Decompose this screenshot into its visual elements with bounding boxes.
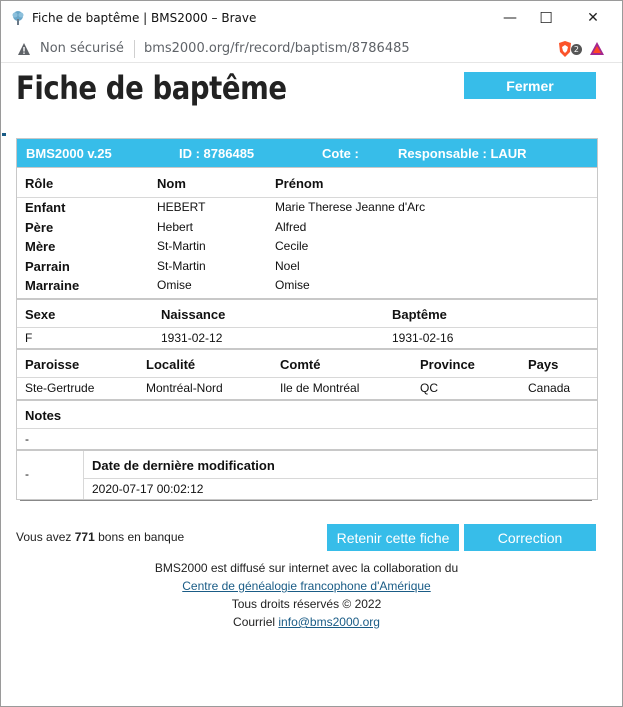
record-card: BMS2000 v.25 ID : 8786485 Cote : Respons… — [16, 138, 598, 500]
col-header-sexe: Sexe — [25, 307, 56, 322]
bapteme-value: 1931-02-16 — [392, 331, 454, 345]
security-status[interactable]: Non sécurisé — [40, 41, 124, 56]
column-divider — [83, 451, 84, 499]
modification-section: - Date de dernière modification 2020-07-… — [17, 449, 597, 499]
minimize-icon: — — [503, 10, 517, 26]
pays-value: Canada — [528, 381, 571, 395]
correction-button[interactable]: Correction — [464, 524, 596, 551]
footer-copyright: Tous droits réservés © 2022 — [231, 597, 382, 611]
modification-header: Date de dernière modification — [92, 458, 275, 473]
naissance-value: 1931-02-12 — [161, 331, 223, 345]
bank-suffix: bons en banque — [98, 530, 185, 544]
persons-table: Rôle Nom Prénom Enfant HEBERT Marie Ther… — [17, 167, 597, 274]
edge-decoration — [2, 133, 6, 136]
footer-partner-line: Centre de généalogie francophone d'Améri… — [2, 579, 611, 593]
record-header: BMS2000 v.25 ID : 8786485 Cote : Respons… — [17, 139, 597, 167]
window-title: Fiche de baptême | BMS2000 – Brave — [32, 11, 257, 25]
page-title: Fiche de baptême — [16, 69, 287, 107]
col-header-localite: Localité — [146, 357, 196, 372]
notes-value: - — [25, 432, 29, 446]
person-prenom: Alfred — [275, 220, 307, 234]
person-nom: St-Martin — [157, 239, 206, 253]
brave-rewards-icon[interactable] — [588, 40, 606, 58]
modification-date: 2020-07-17 00:02:12 — [92, 482, 204, 496]
modification-left-value: - — [25, 467, 29, 481]
row-divider — [83, 478, 597, 479]
title-bar: Fiche de baptême | BMS2000 – Brave — ☐ ✕ — [1, 1, 622, 35]
persons-table-cont: Marraine Omise Omise — [17, 266, 597, 298]
version-label: BMS2000 v.25 — [26, 146, 112, 161]
paroisse-value: Ste-Gertrude — [25, 381, 95, 395]
url-field[interactable]: bms2000.org/fr/record/baptism/8786485 — [144, 41, 410, 56]
province-value: QC — [420, 381, 438, 395]
row-divider — [17, 377, 597, 378]
retain-record-button[interactable]: Retenir cette fiche — [327, 524, 459, 551]
notes-header: Notes — [25, 408, 62, 423]
browser-window: Fiche de baptême | BMS2000 – Brave — ☐ ✕… — [0, 0, 623, 707]
horizontal-divider — [20, 500, 592, 501]
address-separator — [133, 39, 135, 58]
address-bar[interactable]: Non sécurisé bms2000.org/fr/record/bapti… — [1, 35, 622, 63]
notes-section: Notes - — [17, 399, 597, 449]
footer-collaboration-text: BMS2000 est diffusé sur internet avec la… — [154, 561, 459, 575]
person-nom: HEBERT — [157, 200, 206, 214]
maximize-icon: ☐ — [539, 9, 553, 27]
place-table: Paroisse Localité Comté Province Pays St… — [17, 348, 597, 399]
person-prenom: Cecile — [275, 239, 309, 253]
shield-count-badge: 2 — [570, 44, 582, 55]
col-header-province: Province — [420, 357, 475, 372]
row-divider — [17, 327, 597, 328]
col-header-bapteme: Baptême — [392, 307, 447, 322]
col-header-naissance: Naissance — [161, 307, 226, 322]
window-close-button[interactable]: ✕ — [570, 1, 616, 35]
close-record-button[interactable]: Fermer — [464, 72, 596, 99]
col-header-role: Rôle — [25, 176, 54, 191]
cote-label: Cote : — [322, 146, 359, 161]
bank-balance: Vous avez 771 bons en banque — [16, 530, 184, 544]
close-icon: ✕ — [587, 10, 599, 26]
bank-count: 771 — [74, 530, 95, 544]
col-header-prenom: Prénom — [275, 176, 324, 191]
person-role: Mère — [25, 239, 56, 254]
person-nom: Omise — [157, 278, 192, 292]
maximize-button[interactable]: ☐ — [523, 1, 569, 35]
row-divider — [17, 197, 597, 198]
page-content: Fiche de baptême Fermer BMS2000 v.25 ID … — [2, 63, 621, 705]
bank-prefix: Vous avez — [16, 530, 72, 544]
person-nom: Hebert — [157, 220, 194, 234]
responsable-label: Responsable : LAUR — [398, 146, 527, 161]
col-header-pays: Pays — [528, 357, 559, 372]
col-header-nom: Nom — [157, 176, 186, 191]
person-role: Marraine — [25, 278, 80, 293]
email-link[interactable]: info@bms2000.org — [278, 615, 380, 629]
tree-favicon-icon — [12, 11, 24, 25]
person-role: Père — [25, 220, 54, 235]
partner-link[interactable]: Centre de généalogie francophone d'Améri… — [182, 579, 430, 593]
contact-label: Courriel — [233, 615, 276, 629]
col-header-paroisse: Paroisse — [25, 357, 80, 372]
comte-value: Ile de Montréal — [280, 381, 360, 395]
events-table: Sexe Naissance Baptême F 1931-02-12 1931… — [17, 298, 597, 348]
footer-contact: Courriel info@bms2000.org — [2, 615, 611, 629]
person-role: Enfant — [25, 200, 66, 215]
warning-triangle-icon[interactable] — [17, 42, 31, 56]
col-header-comte: Comté — [280, 357, 321, 372]
record-id: ID : 8786485 — [179, 146, 255, 161]
person-prenom: Marie Therese Jeanne d'Arc — [275, 200, 426, 214]
row-divider — [17, 428, 597, 429]
person-prenom: Omise — [275, 278, 310, 292]
localite-value: Montréal-Nord — [146, 381, 223, 395]
sexe-value: F — [25, 331, 33, 345]
